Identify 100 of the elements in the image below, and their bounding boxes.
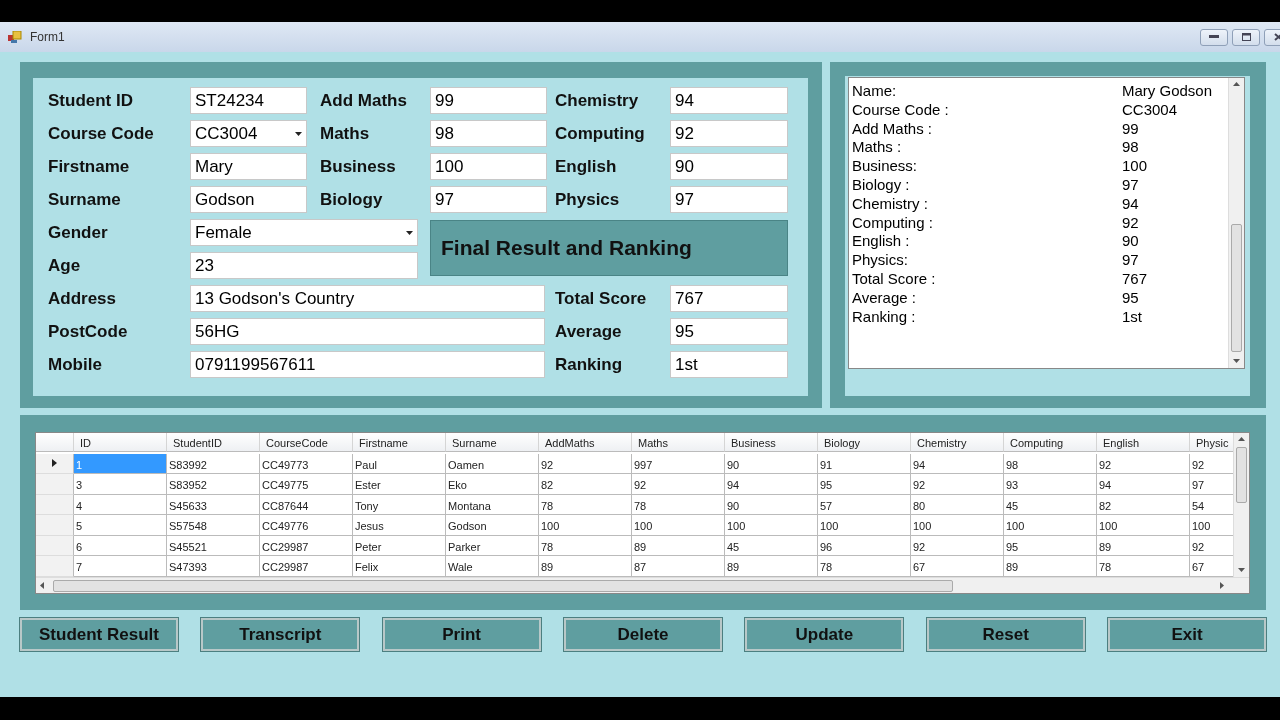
table-cell: 100 bbox=[911, 515, 1004, 536]
table-cell: 90 bbox=[725, 453, 818, 474]
row-header[interactable] bbox=[36, 453, 74, 474]
field-label: Computing bbox=[555, 122, 646, 145]
input-field[interactable]: 94 bbox=[670, 87, 788, 114]
table-cell: Montana bbox=[446, 494, 539, 515]
input-field[interactable]: 0791199567611 bbox=[190, 351, 545, 378]
table-cell: CC29987 bbox=[260, 535, 353, 556]
input-field[interactable]: 23 bbox=[190, 252, 418, 279]
input-field[interactable]: 56HG bbox=[190, 318, 545, 345]
minimize-icon bbox=[1209, 35, 1219, 39]
action-button[interactable]: Student Result bbox=[20, 618, 178, 651]
column-header[interactable]: CourseCode bbox=[260, 433, 353, 452]
field-label: Biology bbox=[320, 188, 384, 211]
caret-icon bbox=[295, 131, 302, 136]
field-label: Average bbox=[555, 320, 623, 343]
column-header[interactable]: Surname bbox=[446, 433, 539, 452]
field-label: Gender bbox=[48, 221, 109, 244]
column-header[interactable]: AddMaths bbox=[539, 433, 632, 452]
column-header[interactable]: Business bbox=[725, 433, 818, 452]
table-cell: Oamen bbox=[446, 453, 539, 474]
column-header[interactable]: ID bbox=[74, 433, 167, 452]
column-header[interactable]: StudentID bbox=[167, 433, 260, 452]
input-field[interactable]: 97 bbox=[670, 186, 788, 213]
vertical-scrollbar[interactable] bbox=[1233, 433, 1249, 577]
current-row-icon bbox=[52, 459, 57, 468]
action-button[interactable]: Delete bbox=[564, 618, 722, 651]
transcript-label: Business: bbox=[852, 157, 919, 176]
up-arrow-icon[interactable] bbox=[1238, 437, 1245, 442]
field-label: Chemistry bbox=[555, 89, 640, 112]
column-header[interactable]: Physic bbox=[1190, 433, 1233, 452]
input-field[interactable]: 13 Godson's Country bbox=[190, 285, 545, 312]
up-arrow-icon[interactable] bbox=[1233, 82, 1240, 87]
input-field[interactable]: ST24234 bbox=[190, 87, 307, 114]
input-field[interactable]: 90 bbox=[670, 153, 788, 180]
table-cell: S45521 bbox=[167, 535, 260, 556]
right-arrow-icon[interactable] bbox=[1220, 582, 1225, 589]
dropdown-field[interactable]: CC3004 bbox=[190, 120, 307, 147]
input-field[interactable]: 92 bbox=[670, 120, 788, 147]
table-cell: 6 bbox=[74, 535, 167, 556]
input-field[interactable]: Godson bbox=[190, 186, 307, 213]
dropdown-field[interactable]: Female bbox=[190, 219, 418, 246]
action-button[interactable]: Reset bbox=[926, 618, 1085, 651]
caret-icon bbox=[406, 230, 413, 235]
input-field[interactable]: 97 bbox=[430, 186, 547, 213]
table-cell: 89 bbox=[539, 556, 632, 577]
table-cell: 78 bbox=[539, 494, 632, 515]
left-arrow-icon[interactable] bbox=[40, 582, 45, 589]
table-cell: 1 bbox=[74, 453, 167, 474]
transcript-value: Mary Godson bbox=[1122, 82, 1213, 101]
input-field[interactable]: 95 bbox=[670, 318, 788, 345]
table-cell: S57548 bbox=[167, 515, 260, 536]
table-cell: CC49776 bbox=[260, 515, 353, 536]
action-button[interactable]: Update bbox=[745, 618, 904, 651]
action-button[interactable]: Print bbox=[382, 618, 541, 651]
input-field[interactable]: 100 bbox=[430, 153, 547, 180]
table-cell: 4 bbox=[74, 494, 167, 515]
down-arrow-icon[interactable] bbox=[1233, 359, 1240, 364]
close-icon bbox=[1273, 33, 1280, 41]
column-header[interactable]: Maths bbox=[632, 433, 725, 452]
vertical-scrollbar[interactable] bbox=[1228, 78, 1244, 368]
transcript-textbox[interactable]: Name: Mary Godson Course Code : CC3004 Add Maths : 99 Maths : 98 Business: 100 Biology : 97 Chemistry : 94 Computing : 92 English : 90 Physics: 97 Total Score : 767 Average : 95 Ranking : 1st bbox=[848, 77, 1245, 369]
input-field[interactable]: 99 bbox=[430, 87, 547, 114]
input-field[interactable]: 1st bbox=[670, 351, 788, 378]
maximize-button[interactable] bbox=[1232, 28, 1260, 46]
transcript-label: Average : bbox=[852, 288, 917, 308]
minimize-button[interactable] bbox=[1200, 28, 1228, 46]
action-button[interactable]: Transcript bbox=[201, 618, 360, 651]
transcript-value: 90 bbox=[1122, 232, 1139, 252]
table-cell: 82 bbox=[539, 474, 632, 495]
input-field[interactable]: 767 bbox=[670, 285, 788, 312]
table-cell: 100 bbox=[818, 515, 911, 536]
field-label: Surname bbox=[48, 188, 122, 211]
horizontal-scrollbar[interactable] bbox=[36, 577, 1249, 593]
column-header[interactable]: English bbox=[1097, 433, 1190, 452]
table-cell: 78 bbox=[539, 535, 632, 556]
transcript-label: Ranking : bbox=[852, 307, 917, 327]
input-field[interactable]: Mary bbox=[190, 153, 307, 180]
input-field[interactable]: 98 bbox=[430, 120, 547, 147]
field-label: Business bbox=[320, 155, 397, 178]
transcript-value: 95 bbox=[1122, 288, 1139, 308]
column-header[interactable]: Chemistry bbox=[911, 433, 1004, 452]
column-header[interactable]: Computing bbox=[1004, 433, 1097, 452]
table-cell: Parker bbox=[446, 535, 539, 556]
action-button[interactable]: Exit bbox=[1107, 618, 1266, 651]
field-label: Age bbox=[48, 254, 82, 277]
table-cell: 92 bbox=[539, 453, 632, 474]
column-header[interactable]: Firstname bbox=[353, 433, 446, 452]
down-arrow-icon[interactable] bbox=[1238, 568, 1245, 573]
table-cell: 45 bbox=[1004, 494, 1097, 515]
table-cell: 94 bbox=[911, 453, 1004, 474]
table-cell: S47393 bbox=[167, 556, 260, 577]
table-cell: 90 bbox=[725, 494, 818, 515]
field-label: Student ID bbox=[48, 89, 134, 112]
table-cell: 78 bbox=[818, 556, 911, 577]
field-label: Maths bbox=[320, 122, 371, 145]
table-cell: CC29987 bbox=[260, 556, 353, 577]
column-header[interactable]: Biology bbox=[818, 433, 911, 452]
transcript-label: Chemistry : bbox=[852, 194, 929, 214]
field-label: Physics bbox=[555, 188, 621, 211]
